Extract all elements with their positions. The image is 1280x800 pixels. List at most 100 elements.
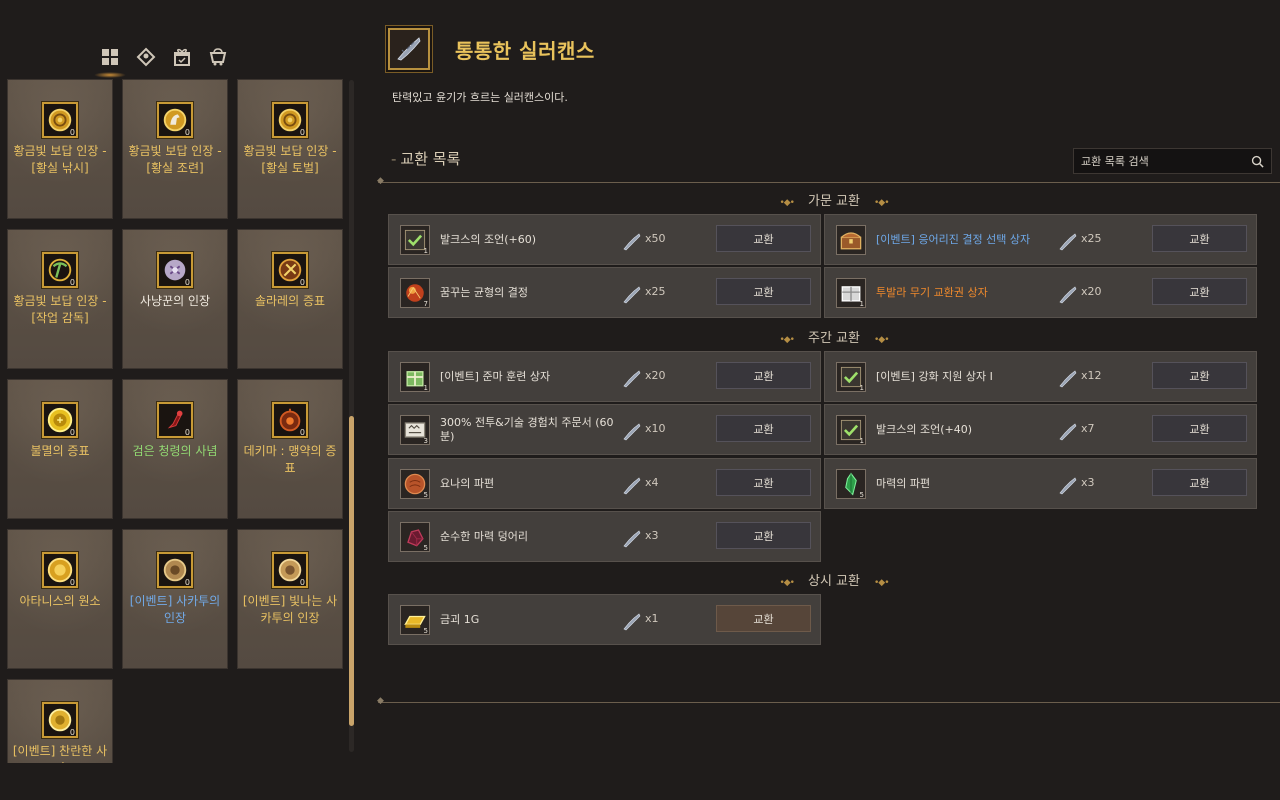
reward-item-count: 3 [423,437,428,445]
ornament-right-icon: •◆• [873,335,890,345]
currency-icon-frame: 0 [272,402,308,438]
currency-card[interactable]: 0 황금빛 보답 인장 - [황실 조련] [122,79,228,219]
exchange-button[interactable]: 교환 [1152,362,1247,389]
cost-amount: x7 [1081,422,1095,435]
currency-card[interactable]: 0 황금빛 보답 인장 - [작업 감독] [7,229,113,369]
cost-amount: x3 [1081,476,1095,489]
currency-card[interactable]: 0 황금빛 보답 인장 - [황실 낚시] [7,79,113,219]
coelacanth-icon [623,530,641,548]
tab-gifts[interactable] [170,44,194,70]
selected-item-frame [388,28,430,70]
currency-count: 0 [69,728,75,737]
reward-item-icon-frame[interactable]: 5 [400,605,430,635]
exchange-row: 7 꿈꾸는 균형의 결정 x25 교환 [388,267,821,318]
cost-amount: x25 [1081,232,1102,245]
reward-item-name: [이벤트] 준마 훈련 상자 [440,369,551,383]
currency-card[interactable]: 0 불멸의 증표 [7,379,113,519]
currency-icon-frame: 0 [157,552,193,588]
currency-name: 불멸의 증표 [30,444,90,458]
currency-name: 데키마 : 맹약의 증표 [243,444,337,475]
currency-name: [이벤트] 찬란한 사카 [12,744,108,763]
exchange-button[interactable]: 교환 [1152,278,1247,305]
exchange-group-heading: •◆• 주간 교환 •◆• [760,327,908,346]
reward-item-icon-frame[interactable]: 5 [400,522,430,552]
reward-item-icon-frame[interactable]: 5 [400,469,430,499]
coelacanth-icon [1059,233,1077,251]
exchange-row: 5 요나의 파편 x4 교환 [388,458,821,509]
divider-bottom [377,696,1280,706]
exchange-button[interactable]: 교환 [716,469,811,496]
exchange-button[interactable]: 교환 [716,278,811,305]
divider-top [377,176,1280,186]
currency-count: 0 [69,578,75,587]
currency-count: 0 [299,278,305,287]
reward-item-icon-frame[interactable]: 5 [836,469,866,499]
currency-name: 황금빛 보답 인장 - [황실 토벌] [243,144,337,175]
reward-item-count: 1 [423,384,428,392]
currency-card[interactable]: 0 데키마 : 맹약의 증표 [237,379,343,519]
reward-item-icon-frame[interactable]: 1 [836,415,866,445]
exchange-button[interactable]: 교환 [716,605,811,632]
exchange-button[interactable]: 교환 [716,362,811,389]
reward-item-name: 발크스의 조언(+40) [876,422,973,436]
search-icon[interactable] [1251,155,1264,168]
coelacanth-icon [623,477,641,495]
currency-name: 아타니스의 원소 [19,594,101,608]
exchange-search-box[interactable] [1073,148,1272,174]
exchange-button[interactable]: 교환 [1152,225,1247,252]
currency-card[interactable]: 0 [이벤트] 빛나는 사카투의 인장 [237,529,343,669]
card-list-scrollbar[interactable] [349,80,354,752]
currency-card[interactable]: 0 [이벤트] 찬란한 사카 [7,679,113,763]
reward-item-icon-frame[interactable]: 7 [400,278,430,308]
exchange-section-title: - 교환 목록 [391,150,461,168]
coelacanth-icon [1059,370,1077,388]
exchange-row: 1 발크스의 조언(+40) x7 교환 [824,404,1257,455]
coelacanth-icon [1059,286,1077,304]
currency-count: 0 [184,278,190,287]
reward-item-name: 300% 전투&기술 경험치 주문서 (60분) [440,415,614,443]
category-tabs [94,44,234,78]
scrollbar-thumb[interactable] [349,416,354,726]
reward-item-icon-frame[interactable]: 3 [400,415,430,445]
exchange-title-text: 교환 목록 [400,150,461,168]
reward-item-count: 1 [423,247,428,255]
exchange-button[interactable]: 교환 [716,522,811,549]
currency-icon-frame: 0 [157,102,193,138]
reward-item-icon-frame[interactable]: 1 [836,362,866,392]
currency-card[interactable]: 0 솔라레의 증표 [237,229,343,369]
currency-card[interactable]: 0 황금빛 보답 인장 - [황실 토벌] [237,79,343,219]
exchange-button[interactable]: 교환 [716,415,811,442]
reward-item-icon-frame[interactable]: 1 [400,225,430,255]
tab-tags[interactable] [134,44,158,70]
currency-count: 0 [184,428,190,437]
exchange-group-heading: •◆• 상시 교환 •◆• [760,570,908,589]
currency-card[interactable]: 0 사냥꾼의 인장 [122,229,228,369]
exchange-search-input[interactable] [1081,154,1246,168]
currency-name: [이벤트] 빛나는 사카투의 인장 [242,594,338,625]
currency-card[interactable]: 0 아타니스의 원소 [7,529,113,669]
reward-item-count: 5 [423,544,428,552]
exchange-group-heading: •◆• 가문 교환 •◆• [760,190,908,209]
reward-item-count: 7 [423,300,428,308]
currency-card[interactable]: 0 검은 청령의 사념 [122,379,228,519]
exchange-button[interactable]: 교환 [716,225,811,252]
coelacanth-icon [623,370,641,388]
currency-card[interactable]: 0 [이벤트] 사카투의 인장 [122,529,228,669]
currency-name: 황금빛 보답 인장 - [작업 감독] [13,294,107,325]
currency-name: 황금빛 보답 인장 - [황실 조련] [128,144,222,175]
coelacanth-icon [623,613,641,631]
exchange-button[interactable]: 교환 [1152,469,1247,496]
reward-item-icon-frame[interactable]: 1 [836,278,866,308]
reward-item-name: [이벤트] 응어리진 결정 선택 상자 [876,232,1031,246]
exchange-row: 1 [이벤트] 강화 지원 상자 I x12 교환 [824,351,1257,402]
reward-item-count: 1 [859,437,864,445]
reward-item-icon-frame[interactable] [836,225,866,255]
exchange-button[interactable]: 교환 [1152,415,1247,442]
selected-item-title: 통통한 실러캔스 [455,39,595,63]
reward-item-icon-frame[interactable]: 1 [400,362,430,392]
exchange-row: 5 순수한 마력 덩어리 x3 교환 [388,511,821,562]
currency-icon-frame: 0 [42,702,78,738]
tab-shop[interactable] [206,44,230,70]
tab-all[interactable] [94,44,126,78]
cost-amount: x10 [645,422,666,435]
